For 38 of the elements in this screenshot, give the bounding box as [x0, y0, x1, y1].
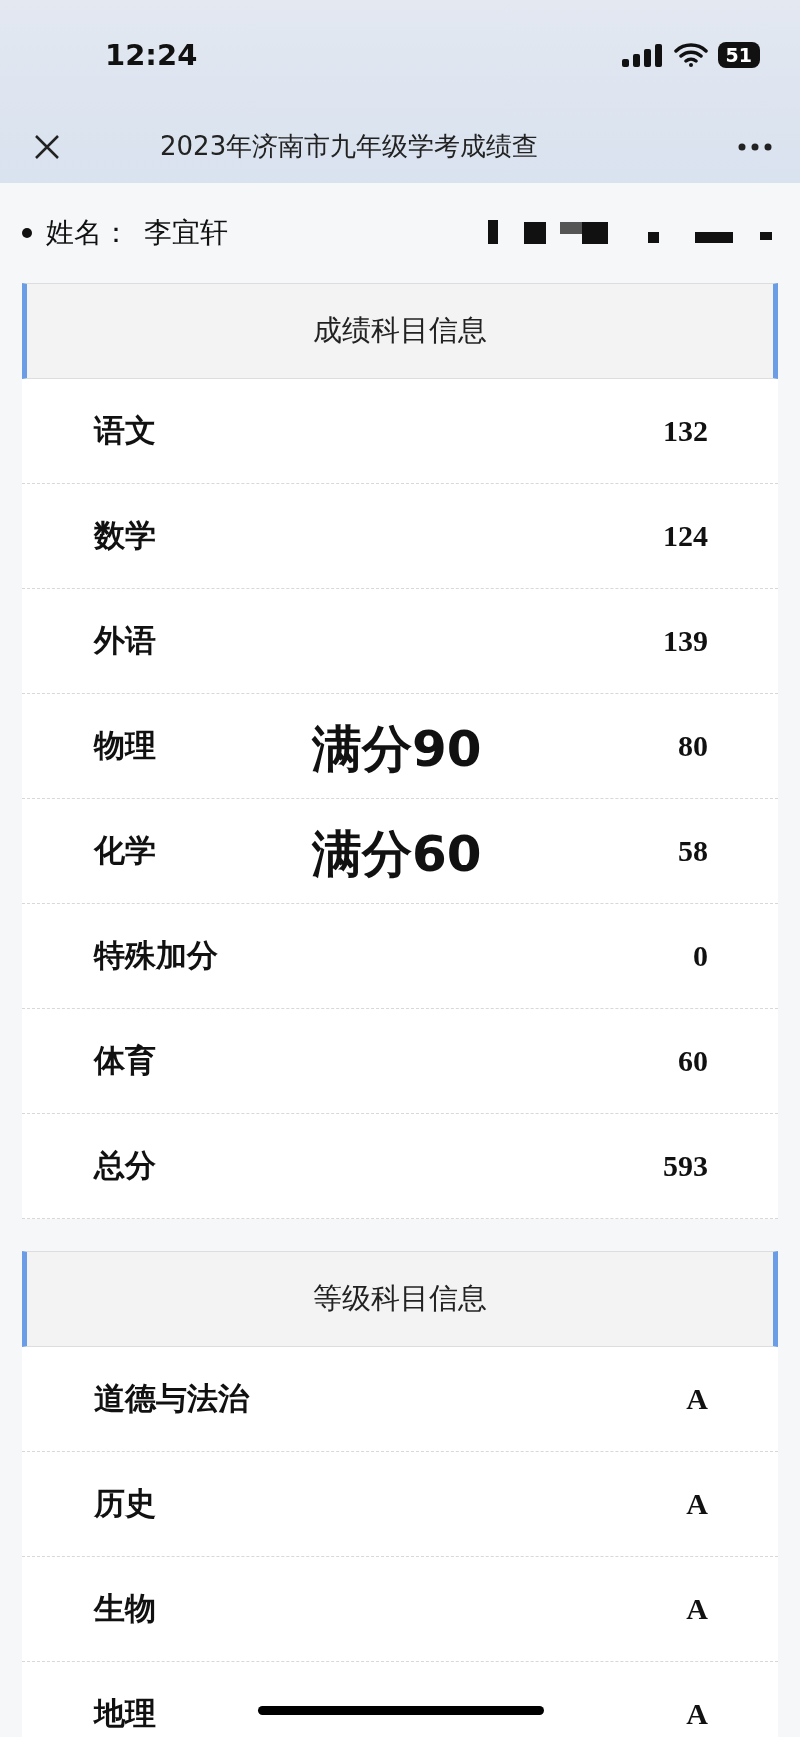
score-value: 124: [663, 519, 708, 553]
section-title: 成绩科目信息: [313, 312, 487, 349]
signal-icon: [621, 43, 664, 67]
subject-name: 历史: [94, 1484, 156, 1523]
subject-name: 化学: [94, 831, 156, 870]
battery-indicator: 51: [717, 42, 760, 68]
close-icon[interactable]: [34, 133, 60, 160]
subject-name: 数学: [94, 516, 156, 555]
subject-name: 总分: [94, 1146, 156, 1185]
annotation-text: 满分90: [312, 719, 482, 780]
status-time: 12:24: [105, 38, 198, 72]
score-value: 80: [678, 729, 708, 763]
score-value: 58: [678, 834, 708, 868]
wifi-icon: [673, 43, 708, 67]
score-value: 132: [663, 414, 708, 448]
subject-name: 外语: [94, 621, 156, 660]
subject-name: 道德与法治: [94, 1379, 249, 1418]
subject-name: 体育: [94, 1041, 156, 1080]
score-value: 593: [663, 1149, 708, 1183]
score-value: A: [686, 1487, 708, 1521]
subject-name: 特殊加分: [94, 936, 218, 975]
score-value: A: [686, 1382, 708, 1416]
page-title: 2023年济南市九年级学考成绩查: [159, 130, 540, 163]
score-value: 0: [693, 939, 708, 973]
subject-name: 生物: [94, 1589, 156, 1628]
subject-name: 地理: [94, 1694, 156, 1733]
score-value: 139: [663, 624, 708, 658]
student-name: 李宜轩: [144, 215, 228, 251]
subject-name: 语文: [94, 411, 156, 450]
more-icon[interactable]: [738, 142, 772, 151]
score-value: A: [686, 1697, 708, 1731]
name-label: 姓名：: [46, 215, 130, 251]
subject-name: 物理: [94, 726, 156, 765]
bullet-icon: [22, 228, 32, 238]
section-title: 等级科目信息: [313, 1280, 487, 1317]
score-value: 60: [678, 1044, 708, 1078]
score-value: A: [686, 1592, 708, 1626]
annotation-text: 满分60: [312, 824, 482, 885]
